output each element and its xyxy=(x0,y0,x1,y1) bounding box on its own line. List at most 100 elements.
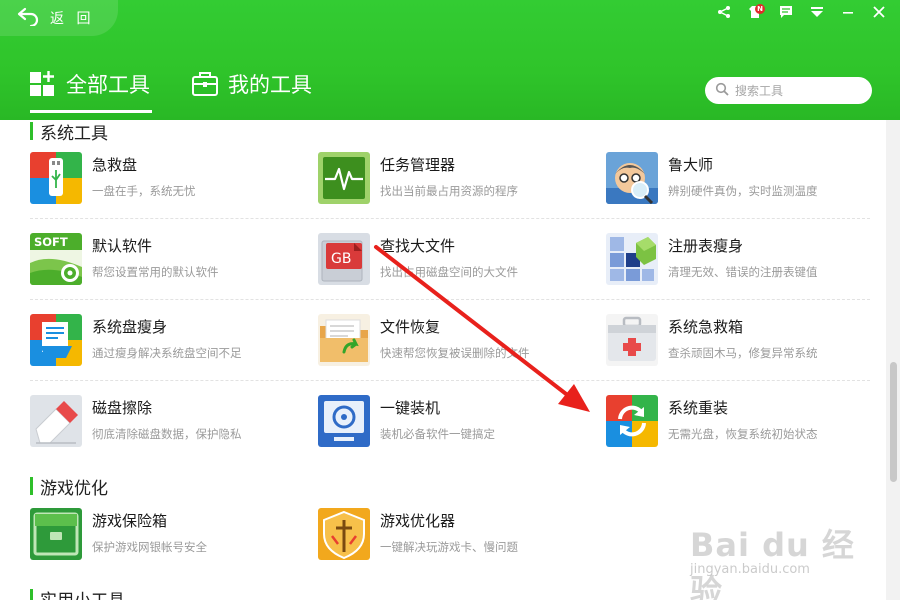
menu-button[interactable] xyxy=(801,2,832,24)
section-marker xyxy=(30,477,33,495)
toolbox-icon xyxy=(192,70,218,102)
tool-name: 游戏优化器 xyxy=(380,512,456,530)
folder-restore-icon xyxy=(318,314,370,366)
tool-name: 急救盘 xyxy=(92,156,138,174)
tool-desc: 查杀顽固木马，修复异常系统 xyxy=(668,346,818,360)
row-divider xyxy=(30,218,870,219)
first-aid-kit-icon xyxy=(606,314,658,366)
row-divider xyxy=(30,380,870,381)
section-marker xyxy=(30,122,33,140)
master-lu-icon xyxy=(606,152,658,204)
scrollbar-thumb[interactable] xyxy=(890,362,897,482)
section-marker xyxy=(30,589,33,600)
minimize-button[interactable] xyxy=(832,2,863,24)
section-title-utilities: 实用小工具 xyxy=(30,588,125,600)
tool-name: 磁盘擦除 xyxy=(92,399,153,417)
tool-name: 文件恢复 xyxy=(380,318,441,336)
tool-find-large-files[interactable]: GB 查找大文件 找出占用磁盘空间的大文件 xyxy=(318,233,598,291)
tool-desc: 保护游戏网银帐号安全 xyxy=(92,540,207,554)
close-icon xyxy=(872,4,886,23)
search-input[interactable] xyxy=(735,83,861,98)
tab-all-label: 全部工具 xyxy=(66,73,150,97)
tool-default-software[interactable]: SOFT 默认软件 帮您设置常用的默认软件 xyxy=(30,233,310,291)
tool-desc: 一盘在手，系统无忧 xyxy=(92,184,196,198)
section-title-text: 实用小工具 xyxy=(40,586,125,600)
tool-desc: 装机必备软件一键搞定 xyxy=(380,427,495,441)
heartbeat-monitor-icon xyxy=(318,152,370,204)
share-button[interactable] xyxy=(708,2,739,24)
tool-system-disk-slim[interactable]: 系统盘瘦身 通过瘦身解决系统盘空间不足 xyxy=(30,314,310,372)
tool-one-click-install[interactable]: 一键装机 装机必备软件一键搞定 xyxy=(318,395,598,453)
tool-name: 注册表瘦身 xyxy=(668,237,744,255)
tab-my-tools[interactable]: 我的工具 xyxy=(192,70,316,110)
message-icon xyxy=(779,4,793,23)
tools-list: 系统工具 急救盘 一盘在手，系统无忧 任务管理器 找出当前最占用资源的程序 鲁大… xyxy=(0,120,886,600)
game-shield-icon xyxy=(318,508,370,560)
tool-rescue-disk[interactable]: 急救盘 一盘在手，系统无忧 xyxy=(30,152,310,210)
tool-name: 一键装机 xyxy=(380,399,441,417)
window-controls: N xyxy=(708,2,894,24)
menu-icon xyxy=(810,4,824,23)
close-button[interactable] xyxy=(863,2,894,24)
tool-system-rescue-kit[interactable]: 系统急救箱 查杀顽固木马，修复异常系统 xyxy=(606,314,886,372)
tool-desc: 找出占用磁盘空间的大文件 xyxy=(380,265,518,279)
install-monitor-icon xyxy=(318,395,370,447)
tool-desc: 彻底清除磁盘数据，保护隐私 xyxy=(92,427,242,441)
row-divider xyxy=(30,299,870,300)
search-box[interactable] xyxy=(705,77,872,104)
tool-name: 系统急救箱 xyxy=(668,318,744,336)
tool-name: 游戏保险箱 xyxy=(92,512,168,530)
search-icon xyxy=(715,81,729,100)
tool-name: 任务管理器 xyxy=(380,156,456,174)
tool-name: 系统盘瘦身 xyxy=(92,318,168,336)
tool-desc: 辨别硬件真伪，实时监测温度 xyxy=(668,184,818,198)
section-title-game: 游戏优化 xyxy=(30,476,108,499)
tool-desc: 通过瘦身解决系统盘空间不足 xyxy=(92,346,242,360)
notification-badge: N xyxy=(755,4,765,14)
tool-desc: 清理无效、错误的注册表键值 xyxy=(668,265,818,279)
gb-icon-text: GB xyxy=(331,251,351,267)
refresh-icon xyxy=(606,395,658,447)
tool-desc: 找出当前最占用资源的程序 xyxy=(380,184,518,198)
tool-registry-slim[interactable]: 注册表瘦身 清理无效、错误的注册表键值 xyxy=(606,233,886,291)
soft-gear-icon: SOFT xyxy=(30,233,82,285)
app-window: 返 回 N 全部工具 我的工具 搜索工具 系统工具 急救盘 一盘在手，系统无忧 … xyxy=(0,0,900,600)
tab-all-tools[interactable]: 全部工具 xyxy=(30,70,152,113)
scrollbar[interactable] xyxy=(886,120,900,600)
share-icon xyxy=(717,4,731,23)
disk-slim-icon xyxy=(30,314,82,366)
registry-cube-icon xyxy=(606,233,658,285)
game-safe-icon xyxy=(30,508,82,560)
notification-button[interactable]: N xyxy=(739,2,770,24)
tool-desc: 无需光盘，恢复系统初始状态 xyxy=(668,427,818,441)
tool-file-recovery[interactable]: 文件恢复 快速帮您恢复被误删除的文件 xyxy=(318,314,598,372)
tool-desc: 一键解决玩游戏卡、慢问题 xyxy=(380,540,518,554)
tool-game-safe[interactable]: 游戏保险箱 保护游戏网银帐号安全 xyxy=(30,508,310,566)
back-label: 返 回 xyxy=(50,11,95,27)
minimize-icon xyxy=(841,4,855,23)
tool-desc: 快速帮您恢复被误删除的文件 xyxy=(380,346,530,360)
tool-name: 默认软件 xyxy=(92,237,153,255)
tab-mine-label: 我的工具 xyxy=(228,73,312,97)
usb-drive-icon xyxy=(30,152,82,204)
tool-system-reinstall[interactable]: 系统重装 无需光盘，恢复系统初始状态 xyxy=(606,395,886,453)
eraser-icon xyxy=(30,395,82,447)
section-title-system: 系统工具 xyxy=(30,121,108,144)
tool-name: 鲁大师 xyxy=(668,156,714,174)
section-title-text: 系统工具 xyxy=(40,123,108,144)
tool-name: 查找大文件 xyxy=(380,237,456,255)
header-bar: 返 回 N 全部工具 我的工具 搜索工具 xyxy=(0,0,900,120)
tool-disk-wipe[interactable]: 磁盘擦除 彻底清除磁盘数据，保护隐私 xyxy=(30,395,310,453)
back-button[interactable]: 返 回 xyxy=(0,0,118,36)
tool-game-optimizer[interactable]: 游戏优化器 一键解决玩游戏卡、慢问题 xyxy=(318,508,598,566)
tool-desc: 帮您设置常用的默认软件 xyxy=(92,265,219,279)
section-title-text: 游戏优化 xyxy=(40,478,108,499)
soft-icon-text: SOFT xyxy=(34,235,68,249)
grid-plus-icon xyxy=(30,70,56,102)
feedback-button[interactable] xyxy=(770,2,801,24)
tool-ludashi[interactable]: 鲁大师 辨别硬件真伪，实时监测温度 xyxy=(606,152,886,210)
tool-task-manager[interactable]: 任务管理器 找出当前最占用资源的程序 xyxy=(318,152,598,210)
back-arrow-icon xyxy=(16,6,40,30)
tool-name: 系统重装 xyxy=(668,399,729,417)
large-file-icon: GB xyxy=(318,233,370,285)
